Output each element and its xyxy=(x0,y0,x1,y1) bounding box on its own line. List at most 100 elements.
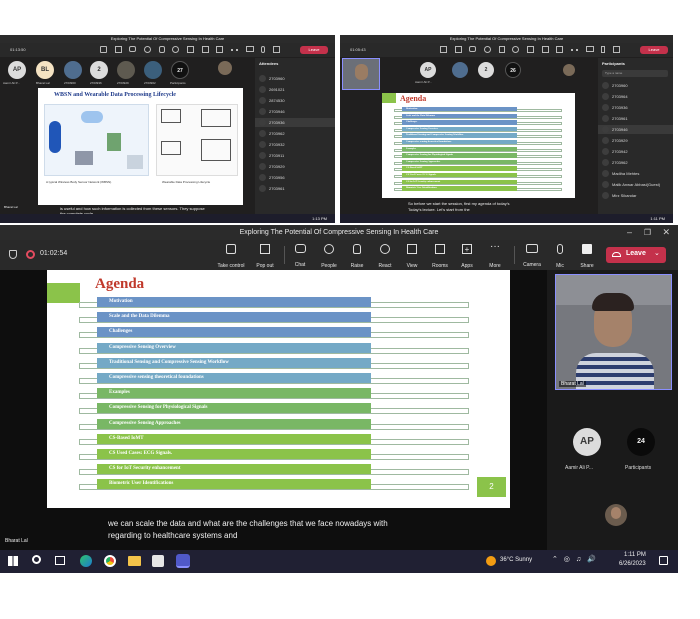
raise-icon[interactable] xyxy=(498,46,505,53)
apps-icon[interactable] xyxy=(216,46,224,53)
share-icon[interactable] xyxy=(272,46,280,53)
list-item[interactable]: 2703956 xyxy=(255,173,335,182)
system-tray-icons[interactable]: ⌃ ◎ ♫ 🔊 xyxy=(552,555,598,563)
chat-icon[interactable] xyxy=(129,46,137,52)
avatar-photo[interactable] xyxy=(64,61,82,79)
react-button[interactable]: React xyxy=(373,244,397,272)
windows-start-icon[interactable] xyxy=(8,556,18,566)
avatar-photo[interactable] xyxy=(144,61,162,79)
task-view-icon[interactable] xyxy=(55,556,65,565)
chrome-icon[interactable] xyxy=(104,555,116,567)
minimize-icon[interactable]: – xyxy=(627,225,632,240)
list-item[interactable]: Madiha Mehtes xyxy=(598,169,673,178)
list-item[interactable]: 2703932 xyxy=(255,140,335,149)
toolbar-icons[interactable] xyxy=(100,46,280,54)
react-icon[interactable] xyxy=(172,46,180,53)
take-control-icon[interactable] xyxy=(100,46,107,53)
list-item[interactable]: 2703942 xyxy=(598,147,673,156)
avatar[interactable]: 2 xyxy=(90,61,108,79)
participant-search-input[interactable]: Type a name xyxy=(602,70,668,77)
people-icon[interactable] xyxy=(143,46,151,53)
raise-icon[interactable] xyxy=(158,46,165,53)
avatar-photo[interactable] xyxy=(452,62,468,78)
participants-count-button[interactable]: 24 xyxy=(627,428,655,456)
avatar[interactable]: AP xyxy=(573,428,601,456)
view-icon[interactable] xyxy=(186,46,194,53)
list-item[interactable]: 2703962 xyxy=(598,158,673,167)
list-item[interactable]: 2703946 xyxy=(255,107,335,116)
leave-button[interactable]: Leave xyxy=(640,46,668,54)
list-item[interactable]: 2703962 xyxy=(255,129,335,138)
people-icon[interactable] xyxy=(483,46,491,53)
avatar[interactable]: AP xyxy=(420,62,436,78)
avatar-photo[interactable] xyxy=(218,61,232,75)
more-button[interactable]: ··· More xyxy=(482,242,508,272)
pop-out-button[interactable]: Pop out xyxy=(250,244,280,272)
list-item[interactable]: 2703911 xyxy=(255,151,335,160)
list-item[interactable]: Mirz Sikandar xyxy=(598,191,673,200)
raise-hand-button[interactable]: Raise xyxy=(345,244,369,272)
avatar xyxy=(259,163,266,170)
list-item[interactable]: 2703929 xyxy=(598,136,673,145)
rooms-icon[interactable] xyxy=(201,46,209,53)
edge-icon[interactable] xyxy=(80,555,92,567)
mic-button[interactable]: Mic xyxy=(548,244,572,272)
camera-icon[interactable] xyxy=(585,46,594,52)
list-item[interactable]: 2874530 xyxy=(255,96,335,105)
pop-out-icon[interactable] xyxy=(454,46,462,53)
list-item[interactable]: 2703961 xyxy=(255,184,335,193)
react-icon[interactable] xyxy=(512,46,520,53)
list-item[interactable]: 2703964 xyxy=(598,92,673,101)
people-button[interactable]: People xyxy=(316,244,342,272)
share-icon[interactable] xyxy=(612,46,620,53)
list-item[interactable]: 2703929 xyxy=(255,162,335,171)
chat-icon[interactable] xyxy=(469,46,477,52)
avatar[interactable]: AP xyxy=(8,61,26,79)
avatar[interactable]: 2 xyxy=(478,62,494,78)
presenter-video-thumb[interactable] xyxy=(342,58,380,90)
more-icon[interactable] xyxy=(570,49,578,51)
mic-icon[interactable] xyxy=(261,46,266,53)
chevron-down-icon[interactable]: ⌄ xyxy=(654,249,660,257)
toolbar-icons[interactable] xyxy=(440,46,620,54)
avatar[interactable]: BL xyxy=(36,61,54,79)
list-item[interactable]: Malik Anwar Abbasi(Guest) xyxy=(598,180,673,189)
presenter-video-tile[interactable]: Bharat Lal xyxy=(555,274,672,390)
maximize-icon[interactable]: ❐ xyxy=(644,225,651,240)
list-item[interactable]: 2703960 xyxy=(255,74,335,83)
apps-icon[interactable] xyxy=(556,46,564,53)
rooms-icon[interactable] xyxy=(541,46,549,53)
apps-button[interactable]: + Apps xyxy=(455,244,479,272)
take-control-icon[interactable] xyxy=(440,46,447,53)
leave-button[interactable]: Leave xyxy=(300,46,328,54)
camera-button[interactable]: Camera xyxy=(518,244,546,271)
store-icon[interactable] xyxy=(152,555,164,567)
notification-icon[interactable] xyxy=(659,556,668,565)
view-icon[interactable] xyxy=(526,46,534,53)
chat-button[interactable]: Chat xyxy=(288,244,312,271)
avatar-photo[interactable] xyxy=(563,64,575,76)
take-control-button[interactable]: Take control xyxy=(213,244,249,272)
rooms-button[interactable]: Rooms xyxy=(427,244,453,272)
list-item[interactable]: 2691021 xyxy=(255,85,335,94)
teams-icon[interactable] xyxy=(176,554,190,568)
self-video-avatar[interactable] xyxy=(605,504,627,526)
list-item[interactable]: 2703946 xyxy=(598,125,673,134)
list-item[interactable]: 2703961 xyxy=(598,114,673,123)
list-item[interactable]: 2703960 xyxy=(598,81,673,90)
mic-icon[interactable] xyxy=(601,46,606,53)
share-button[interactable]: Share xyxy=(575,244,599,272)
leave-button[interactable]: Leave ⌄ xyxy=(606,247,666,263)
list-item[interactable]: 2703936 xyxy=(598,103,673,112)
list-item[interactable]: 2703936 xyxy=(255,118,335,127)
more-icon[interactable] xyxy=(230,49,238,51)
pop-out-icon[interactable] xyxy=(114,46,122,53)
camera-icon[interactable] xyxy=(245,46,254,52)
file-explorer-icon[interactable] xyxy=(128,556,141,566)
view-button[interactable]: View xyxy=(400,244,424,272)
avatar[interactable]: 26 xyxy=(505,62,521,78)
close-icon[interactable]: ✕ xyxy=(662,225,670,240)
search-icon[interactable] xyxy=(32,555,41,564)
avatar[interactable]: 27 xyxy=(171,61,189,79)
avatar-photo[interactable] xyxy=(117,61,135,79)
